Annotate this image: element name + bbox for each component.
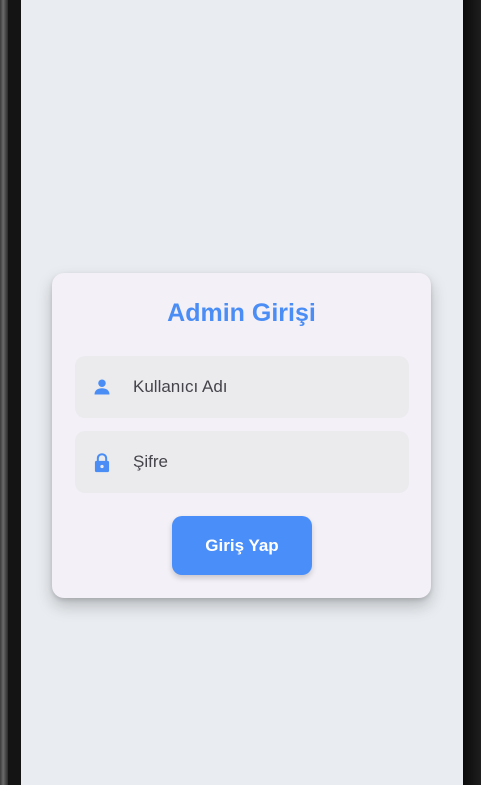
- login-button[interactable]: Giriş Yap: [172, 516, 312, 575]
- status-bar: [21, 0, 463, 6]
- phone-frame: Admin Girişi Kullanıcı Adı Şifre Giriş Y…: [0, 0, 481, 785]
- page-title: Admin Girişi: [167, 299, 316, 327]
- app-screen: Admin Girişi Kullanıcı Adı Şifre Giriş Y…: [21, 0, 463, 785]
- login-card: Admin Girişi Kullanıcı Adı Şifre Giriş Y…: [52, 273, 431, 598]
- username-placeholder: Kullanıcı Adı: [133, 377, 228, 396]
- username-field[interactable]: Kullanıcı Adı: [75, 356, 409, 418]
- password-field[interactable]: Şifre: [75, 431, 409, 493]
- phone-bezel-right: [463, 0, 481, 785]
- person-icon: [92, 377, 112, 397]
- password-placeholder: Şifre: [133, 452, 168, 471]
- phone-bezel-left: [0, 0, 8, 785]
- lock-icon: [92, 452, 112, 473]
